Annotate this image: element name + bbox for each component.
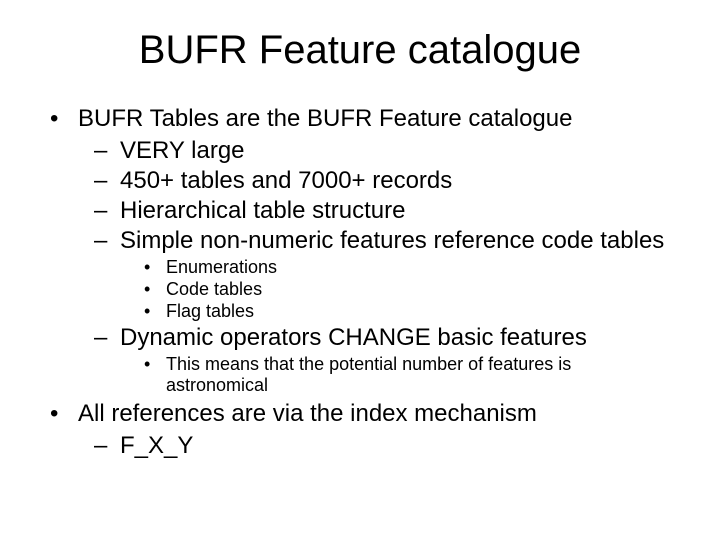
bullet-dot-icon: • <box>144 257 166 278</box>
bullet-level2: – Hierarchical table structure <box>94 197 670 225</box>
bullet-level2: – F_X_Y <box>94 432 670 460</box>
bullet-dash-icon: – <box>94 432 120 460</box>
bullet-text: Simple non-numeric features reference co… <box>120 227 670 255</box>
bullet-dash-icon: – <box>94 197 120 225</box>
bullet-text: BUFR Tables are the BUFR Feature catalog… <box>78 105 670 133</box>
bullet-text: VERY large <box>120 137 670 165</box>
bullet-dot-icon: • <box>50 105 78 133</box>
bullet-level3: • Flag tables <box>144 301 670 322</box>
bullet-level1: • All references are via the index mecha… <box>50 400 670 428</box>
bullet-text: This means that the potential number of … <box>166 354 670 396</box>
bullet-level2: – 450+ tables and 7000+ records <box>94 167 670 195</box>
bullet-dot-icon: • <box>144 301 166 322</box>
bullet-level3: • This means that the potential number o… <box>144 354 670 396</box>
bullet-dash-icon: – <box>94 227 120 255</box>
bullet-text: Code tables <box>166 279 670 300</box>
bullet-text: Dynamic operators CHANGE basic features <box>120 324 670 352</box>
bullet-dot-icon: • <box>144 354 166 375</box>
bullet-dot-icon: • <box>50 400 78 428</box>
bullet-text: All references are via the index mechani… <box>78 400 670 428</box>
bullet-dash-icon: – <box>94 137 120 165</box>
bullet-level2: – Simple non-numeric features reference … <box>94 227 670 255</box>
bullet-dash-icon: – <box>94 167 120 195</box>
bullet-text: F_X_Y <box>120 432 670 460</box>
bullet-dash-icon: – <box>94 324 120 352</box>
bullet-level3: • Code tables <box>144 279 670 300</box>
slide-title: BUFR Feature catalogue <box>50 28 670 73</box>
bullet-level1: • BUFR Tables are the BUFR Feature catal… <box>50 105 670 133</box>
bullet-dot-icon: • <box>144 279 166 300</box>
bullet-level2: – Dynamic operators CHANGE basic feature… <box>94 324 670 352</box>
bullet-level2: – VERY large <box>94 137 670 165</box>
bullet-text: Enumerations <box>166 257 670 278</box>
bullet-text: Flag tables <box>166 301 670 322</box>
bullet-text: 450+ tables and 7000+ records <box>120 167 670 195</box>
bullet-level3: • Enumerations <box>144 257 670 278</box>
bullet-text: Hierarchical table structure <box>120 197 670 225</box>
